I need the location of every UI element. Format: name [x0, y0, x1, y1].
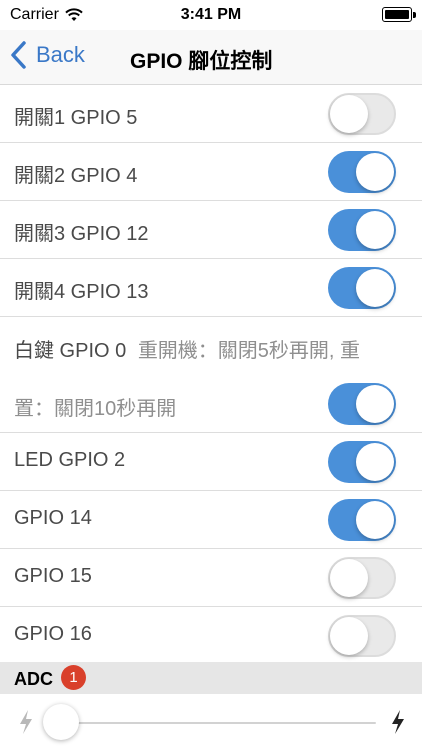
list-item: GPIO 15 [0, 549, 422, 607]
white-key-label: 白鍵 GPIO 0 [14, 340, 127, 362]
row-label: 開關4 GPIO 13 [14, 281, 149, 303]
switch-2-toggle[interactable] [328, 151, 396, 193]
adc-label: ADC [14, 669, 53, 689]
led-gpio-2-toggle[interactable] [328, 441, 396, 483]
clock: 3:41 PM [180, 6, 242, 23]
white-key-toggle[interactable] [328, 383, 396, 425]
list-item: GPIO 16 [0, 607, 422, 665]
switch-4-toggle[interactable] [328, 267, 396, 309]
list-item: 開關3 GPIO 12 [0, 201, 422, 259]
white-key-description: 重開機：關閉5秒再開, 重 [137, 340, 361, 362]
list-item: GPIO 14 [0, 491, 422, 549]
list-item: 開關2 GPIO 4 [0, 143, 422, 201]
back-button[interactable]: Back [8, 40, 85, 70]
back-label: Back [36, 42, 85, 67]
adc-slider-row [0, 694, 422, 750]
row-label: GPIO 15 [14, 565, 92, 587]
list-item: 開關4 GPIO 13 [0, 259, 422, 317]
lightning-low-icon [18, 709, 34, 740]
row-label: 開關3 GPIO 12 [14, 223, 149, 245]
gpio-list: 開關1 GPIO 5 開關2 GPIO 4 開關3 GPIO 12 開關4 GP… [0, 85, 422, 665]
white-key-description-cont: 置：關閉10秒再開 [14, 398, 177, 420]
switch-3-toggle[interactable] [328, 209, 396, 251]
battery-icon [382, 7, 416, 22]
slider-track[interactable] [58, 722, 376, 724]
gpio-16-toggle[interactable] [328, 615, 396, 657]
row-label: LED GPIO 2 [14, 449, 126, 471]
switch-1-toggle[interactable] [328, 93, 396, 135]
adc-slider-thumb[interactable] [43, 704, 79, 740]
status-bar: Carrier 3:41 PM [0, 0, 422, 30]
row-label: GPIO 16 [14, 623, 92, 645]
gpio-15-toggle[interactable] [328, 557, 396, 599]
row-label: 開關2 GPIO 4 [14, 165, 138, 187]
adc-badge: 1 [61, 665, 86, 690]
row-label: GPIO 14 [14, 507, 92, 529]
white-key-row: 白鍵 GPIO 0 重開機：關閉5秒再開, 重 置：關閉10秒再開 [0, 317, 422, 433]
lightning-high-icon [390, 709, 406, 740]
adc-section-header: ADC 1 [0, 662, 422, 694]
gpio-14-toggle[interactable] [328, 499, 396, 541]
page-title: GPIO 腳位控制 [130, 50, 273, 73]
navigation-bar: Back GPIO 腳位控制 [0, 30, 422, 85]
list-item: 開關1 GPIO 5 [0, 85, 422, 143]
list-item: LED GPIO 2 [0, 433, 422, 491]
chevron-left-icon [11, 41, 26, 69]
row-label: 開關1 GPIO 5 [14, 107, 138, 129]
